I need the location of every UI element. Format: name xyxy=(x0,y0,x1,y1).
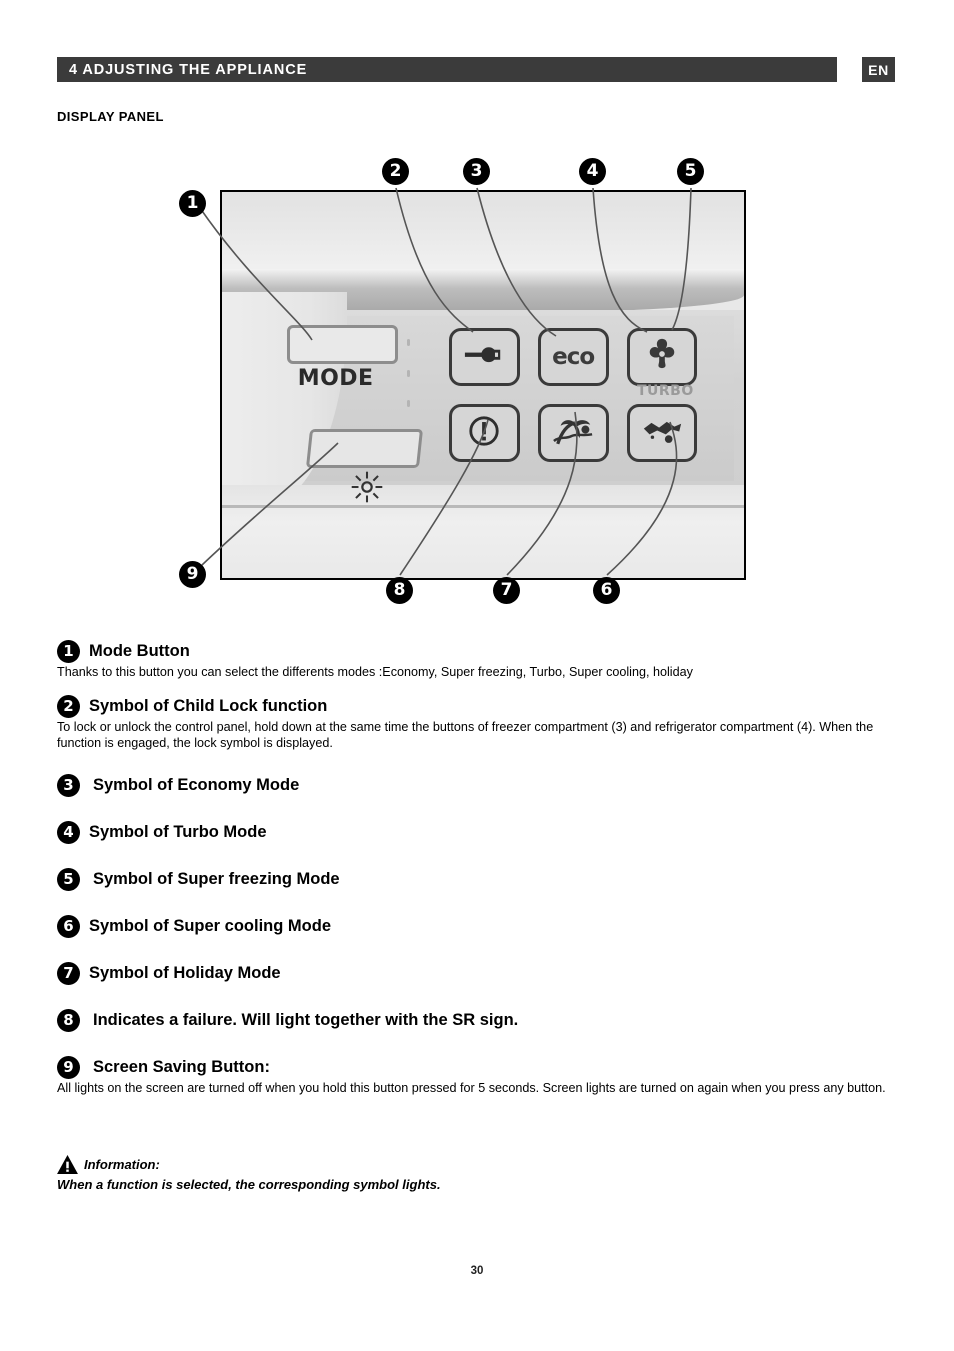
description-title-7: Symbol of Holiday Mode xyxy=(89,964,281,983)
panel-vent-slot xyxy=(407,338,411,346)
description-bullet-6: 6 xyxy=(57,915,80,939)
key-child-lock-icon xyxy=(463,343,505,371)
section-heading: DISPLAY PANEL xyxy=(57,109,164,124)
snowflake-super-cooling-icon xyxy=(640,416,684,450)
display-panel-description-list: 1 Mode Button Thanks to this button you … xyxy=(57,640,897,1099)
description-bullet-3: 3 xyxy=(57,774,80,798)
economy-mode-indicator-button[interactable]: eco xyxy=(537,327,609,386)
holiday-palm-icon xyxy=(552,415,594,451)
description-body-1: Thanks to this button you can select the… xyxy=(57,665,693,679)
description-title-8: Indicates a failure. Will light together… xyxy=(93,1011,519,1030)
callout-4: 4 xyxy=(579,158,606,185)
mode-button[interactable] xyxy=(287,325,398,364)
display-panel-figure: MODE eco TURBO 1 2 3 4 5 6 7 8 9 xyxy=(160,150,780,620)
callout-8: 8 xyxy=(386,577,413,604)
sun-brightness-icon xyxy=(350,470,384,504)
description-bullet-7: 7 xyxy=(57,962,80,986)
holiday-mode-indicator-button[interactable] xyxy=(537,404,609,463)
information-note: Information: When a function is selected… xyxy=(57,1155,897,1192)
description-bullet-1: 1 xyxy=(57,640,80,663)
mode-button-label: MODE xyxy=(297,365,374,391)
warning-triangle-icon xyxy=(57,1155,78,1174)
description-item-5: 5 Symbol of Super freezing Mode xyxy=(57,868,897,892)
description-item-8: 8 Indicates a failure. Will light togeth… xyxy=(57,1009,897,1033)
description-item-6: 6 Symbol of Super cooling Mode xyxy=(57,915,897,939)
super-cooling-indicator-button[interactable] xyxy=(626,404,698,463)
photo-lower-edge-line xyxy=(222,504,744,508)
page-number: 30 xyxy=(470,1265,484,1277)
callout-6: 6 xyxy=(593,577,620,604)
description-item-4: 4 Symbol of Turbo Mode xyxy=(57,821,897,845)
turbo-label: TURBO xyxy=(636,383,694,400)
information-label: Information: xyxy=(84,1157,160,1172)
description-title-4: Symbol of Turbo Mode xyxy=(89,823,267,842)
description-bullet-9: 9 xyxy=(57,1056,80,1080)
failure-indicator-button[interactable] xyxy=(449,404,520,463)
description-title-5: Symbol of Super freezing Mode xyxy=(93,870,340,889)
chapter-title: 4 ADJUSTING THE APPLIANCE xyxy=(69,61,308,78)
description-body-2: To lock or unlock the control panel, hol… xyxy=(57,719,874,751)
description-item-9: 9 Screen Saving Button: All lights on th… xyxy=(57,1056,897,1097)
panel-vent-slot xyxy=(407,369,411,377)
description-bullet-8: 8 xyxy=(57,1009,80,1033)
description-item-2: 2 Symbol of Child Lock function To lock … xyxy=(57,694,897,752)
callout-2: 2 xyxy=(382,158,409,185)
description-title-1: Mode Button xyxy=(89,642,190,660)
description-bullet-2: 2 xyxy=(57,694,80,718)
super-freezing-indicator-button[interactable] xyxy=(626,327,698,386)
photo-highlight-top xyxy=(222,192,744,277)
description-title-9: Screen Saving Button: xyxy=(93,1058,270,1077)
description-title-2: Symbol of Child Lock function xyxy=(89,696,328,715)
callout-7: 7 xyxy=(493,577,520,604)
description-bullet-5: 5 xyxy=(57,868,80,892)
language-badge: EN xyxy=(862,57,895,82)
description-body-9: All lights on the screen are turned off … xyxy=(57,1081,886,1096)
photo-lower-surface xyxy=(222,485,744,578)
description-item-1: 1 Mode Button Thanks to this button you … xyxy=(57,640,897,681)
description-title-6: Symbol of Super cooling Mode xyxy=(89,917,332,936)
callout-1: 1 xyxy=(179,190,206,217)
description-title-3: Symbol of Economy Mode xyxy=(93,776,300,795)
eco-icon: eco xyxy=(552,343,595,370)
callout-9: 9 xyxy=(179,561,206,588)
child-lock-indicator-button[interactable] xyxy=(449,327,520,386)
warning-exclamation-icon xyxy=(467,414,501,453)
description-item-7: 7 Symbol of Holiday Mode xyxy=(57,962,897,986)
description-item-3: 3 Symbol of Economy Mode xyxy=(57,774,897,798)
callout-5: 5 xyxy=(677,158,704,185)
information-text: When a function is selected, the corresp… xyxy=(57,1177,441,1192)
chapter-header-bar: 4 ADJUSTING THE APPLIANCE xyxy=(57,57,837,82)
turbo-fan-icon xyxy=(643,337,681,376)
display-panel-photo: MODE eco TURBO xyxy=(220,190,746,580)
callout-3: 3 xyxy=(463,158,490,185)
description-bullet-4: 4 xyxy=(57,821,80,845)
screen-saving-button[interactable] xyxy=(306,429,424,469)
